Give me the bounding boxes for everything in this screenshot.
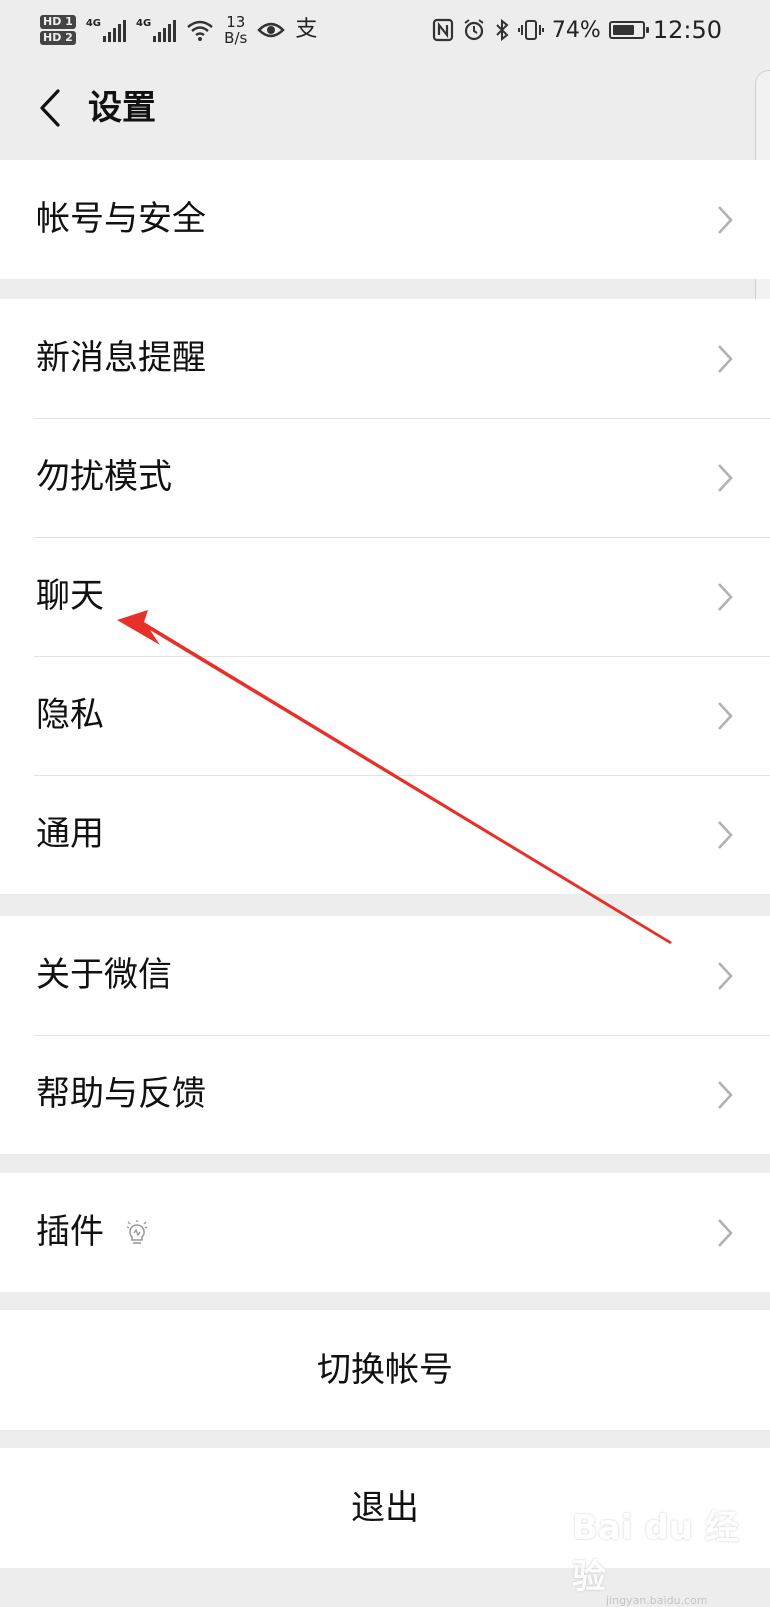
plugins-group: 插件 [0, 1173, 770, 1292]
watermark-domain: jingyan.baidu.com [606, 1594, 708, 1607]
wifi-icon [187, 20, 213, 41]
settings-item-do-not-disturb[interactable]: 勿扰模式 [0, 418, 770, 537]
settings-item-label: 帮助与反馈 [36, 1074, 206, 1114]
settings-item-label: 聊天 [36, 576, 104, 616]
settings-item-privacy[interactable]: 隐私 [0, 656, 770, 775]
battery-percent: 74% [551, 17, 601, 43]
chevron-right-icon [718, 345, 733, 373]
nfc-icon [432, 18, 454, 42]
net-speed-unit: B/s [224, 29, 248, 47]
settings-item-label: 帐号与安全 [36, 199, 206, 239]
back-arrow-icon [40, 89, 60, 127]
hd2-badge: HD 2 [40, 31, 76, 45]
chevron-right-icon [718, 1081, 733, 1109]
settings-item-plugins[interactable]: 插件 [0, 1173, 770, 1292]
settings-item-label: 关于微信 [36, 955, 172, 995]
chevron-right-icon [718, 821, 733, 849]
chevron-right-icon [718, 702, 733, 730]
bluetooth-icon [496, 18, 509, 42]
chevron-right-icon [718, 464, 733, 492]
account-group: 帐号与安全 [0, 160, 770, 279]
back-button[interactable] [28, 86, 72, 130]
vibrate-icon [517, 20, 544, 40]
switch-account-group: 切换帐号 [0, 1310, 770, 1430]
hd1-badge: HD 1 [40, 15, 76, 29]
net-speed: 13 B/s [224, 14, 247, 46]
chevron-right-icon [718, 962, 733, 990]
switch-account-button[interactable]: 切换帐号 [0, 1310, 770, 1430]
alarm-icon [464, 19, 484, 41]
signal-icon: 4G [86, 18, 126, 42]
settings-item-general[interactable]: 通用 [0, 775, 770, 894]
settings-item-label: 插件 [36, 1212, 104, 1252]
nav-bar: 设置 [0, 58, 770, 158]
status-left: HD 1 HD 2 4G 4G 13 B/s 支 [40, 8, 317, 52]
settings-item-chat[interactable]: 聊天 [0, 537, 770, 656]
chevron-right-icon [718, 206, 733, 234]
settings-item-about[interactable]: 关于微信 [0, 916, 770, 1035]
preferences-group: 新消息提醒 勿扰模式 聊天 隐私 通用 [0, 299, 770, 894]
settings-item-label: 通用 [36, 814, 104, 854]
watermark-brand: Bai du 经验 [572, 1508, 739, 1597]
eye-icon [257, 22, 286, 38]
settings-item-label: 隐私 [36, 695, 104, 735]
chevron-right-icon [718, 1219, 733, 1247]
about-group: 关于微信 帮助与反馈 [0, 916, 770, 1154]
clock: 12:50 [652, 16, 722, 44]
alipay-icon: 支 [295, 17, 318, 42]
lightbulb-icon [126, 1220, 148, 1244]
hd-badges: HD 1 HD 2 [40, 15, 76, 45]
settings-item-label: 勿扰模式 [36, 457, 172, 497]
settings-item-help-feedback[interactable]: 帮助与反馈 [0, 1035, 770, 1154]
battery-icon [608, 21, 649, 39]
net-speed-value: 13 [226, 13, 246, 31]
settings-item-notifications[interactable]: 新消息提醒 [0, 299, 770, 418]
chevron-right-icon [718, 583, 733, 611]
status-bar: HD 1 HD 2 4G 4G 13 B/s 支 74% 12:50 [0, 0, 770, 58]
signal-icon-2: 4G [136, 18, 177, 42]
settings-item-account-security[interactable]: 帐号与安全 [0, 160, 770, 279]
status-right: 74% 12:50 [432, 8, 722, 52]
settings-item-label: 新消息提醒 [36, 338, 206, 378]
baidu-watermark: Bai du 经验 jingyan.baidu.com [572, 1500, 770, 1607]
page-title: 设置 [88, 88, 156, 128]
